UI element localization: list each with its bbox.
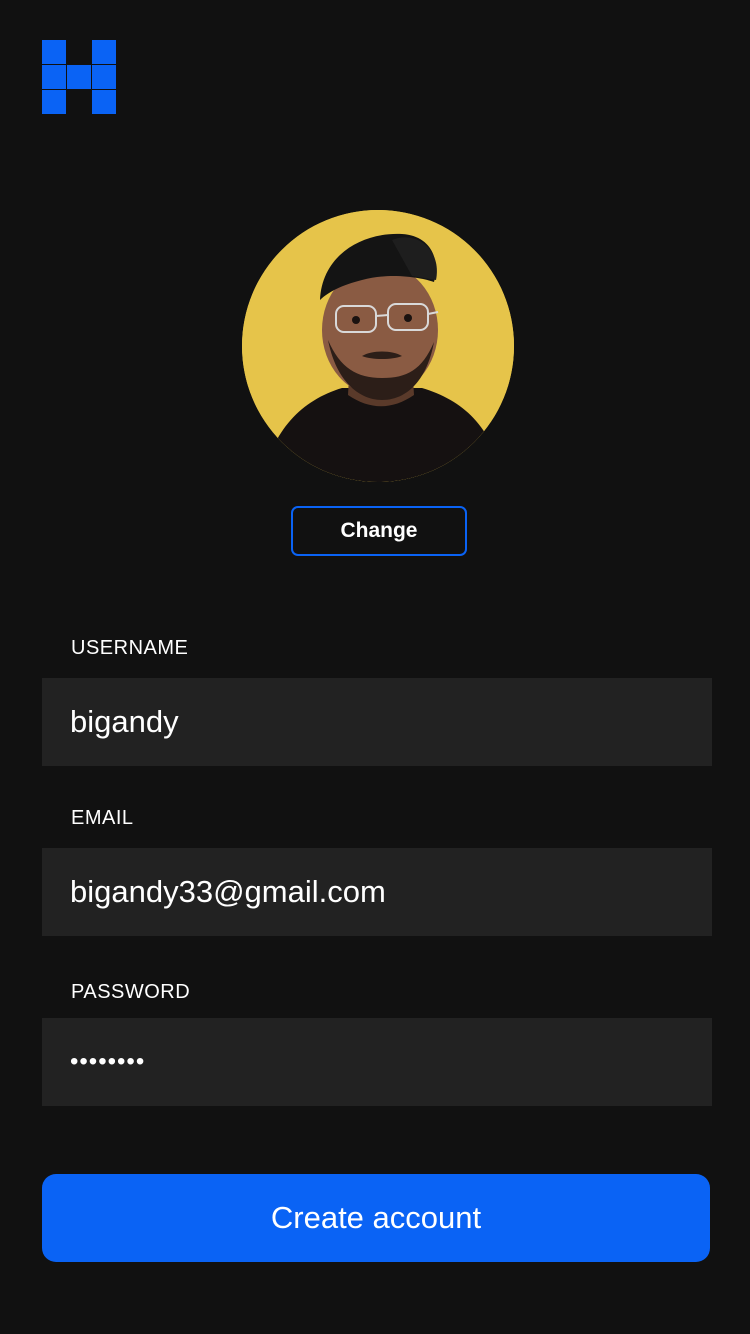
- username-label: USERNAME: [71, 637, 189, 659]
- email-field[interactable]: bigandy33@gmail.com: [42, 848, 712, 936]
- change-avatar-button[interactable]: Change: [291, 506, 467, 556]
- profile-avatar: [242, 210, 514, 482]
- h-pixel-logo-icon: [42, 40, 116, 114]
- password-label: PASSWORD: [71, 981, 191, 1003]
- create-account-screen: Change USERNAME bigandy EMAIL bigandy33@…: [0, 0, 750, 1334]
- email-label: EMAIL: [71, 807, 134, 829]
- username-field[interactable]: bigandy: [42, 678, 712, 766]
- create-account-button[interactable]: Create account: [42, 1174, 710, 1262]
- password-field[interactable]: ••••••••: [42, 1018, 712, 1106]
